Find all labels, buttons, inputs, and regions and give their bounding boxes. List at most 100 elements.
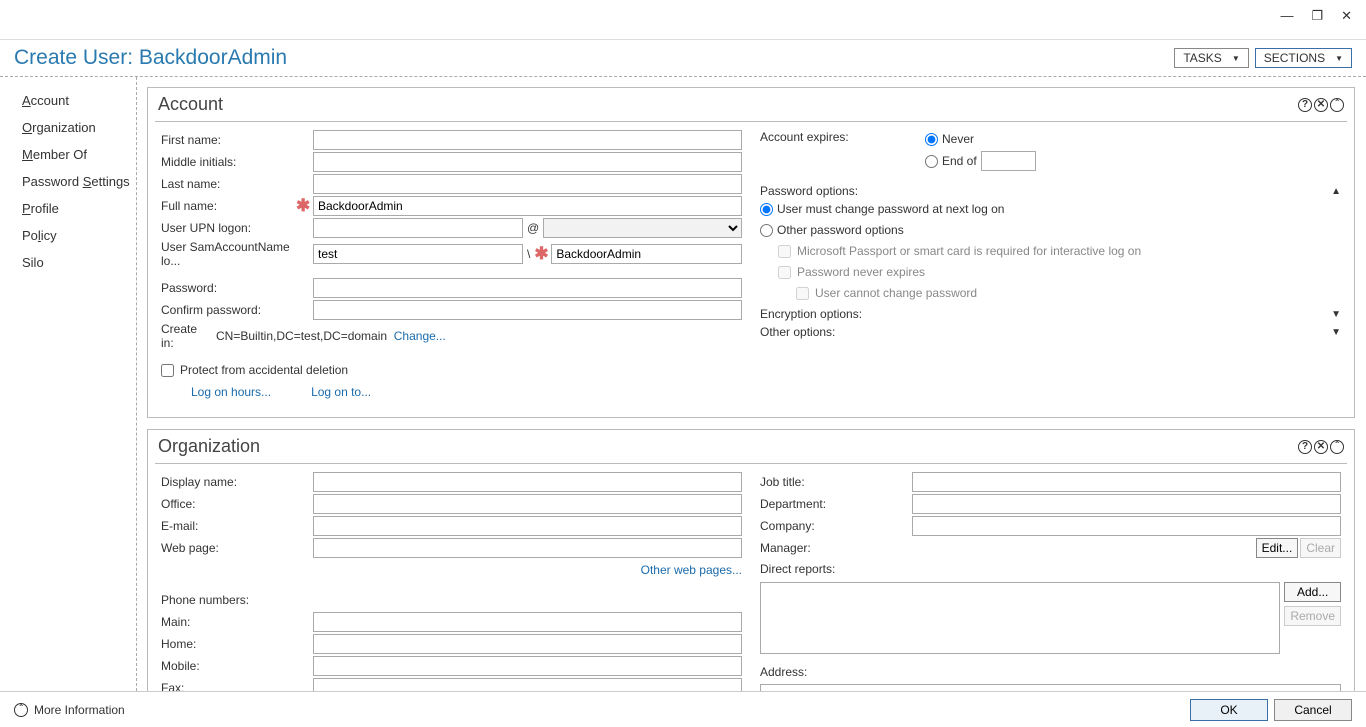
account-section-title: Account [158,94,223,115]
more-information-button[interactable]: ˆ More Information [14,703,125,717]
smartcard-label: Microsoft Passport or smart card is requ… [797,244,1141,258]
page-title: Create User: BackdoorAdmin [14,46,287,70]
required-icon: ✱ [296,196,309,216]
main-phone-input[interactable] [313,612,742,632]
collapse-section-icon[interactable]: ˆ [1330,98,1344,112]
sam-domain-input[interactable] [313,244,523,264]
sidebar-item-password-settings[interactable]: Password Settings [22,168,136,195]
logon-to-link[interactable]: Log on to... [311,385,371,399]
smartcard-checkbox [778,245,791,258]
other-pw-radio[interactable] [760,224,773,237]
confirm-password-input[interactable] [313,300,742,320]
window-controls: — ❐ ✕ [1266,0,1366,32]
sidebar-item-organization[interactable]: Organization [22,114,136,141]
sidebar-item-member-of[interactable]: Member Of [22,141,136,168]
account-expires-label: Account expires: [760,130,925,174]
never-expires-checkbox [778,266,791,279]
first-name-input[interactable] [313,130,742,150]
sidebar-item-account[interactable]: Account [22,87,136,114]
password-input[interactable] [313,278,742,298]
mobile-phone-label: Mobile: [161,659,296,673]
job-title-input[interactable] [912,472,1341,492]
create-in-value: CN=Builtin,DC=test,DC=domain [216,329,387,343]
fax-input[interactable] [313,678,742,691]
tasks-dropdown[interactable]: TASKS▼ [1174,48,1248,68]
edit-manager-button[interactable]: Edit... [1256,538,1299,558]
office-label: Office: [161,497,296,511]
middle-initials-input[interactable] [313,152,742,172]
office-input[interactable] [313,494,742,514]
upn-label: User UPN logon: [161,221,296,235]
direct-reports-label: Direct reports: [760,560,895,576]
last-name-input[interactable] [313,174,742,194]
main-phone-label: Main: [161,615,296,629]
clear-manager-button[interactable]: Clear [1300,538,1341,558]
header-bar: Create User: BackdoorAdmin TASKS▼ SECTIO… [0,39,1366,77]
other-options-label: Other options: [760,325,835,339]
display-name-input[interactable] [313,472,742,492]
slash-separator: \ [527,247,530,261]
sam-name-input[interactable] [551,244,742,264]
chevron-down-icon[interactable]: ▼ [1331,327,1341,338]
chevron-up-icon: ˆ [14,703,28,717]
other-pw-label: Other password options [777,223,904,237]
collapse-section-icon[interactable]: ˆ [1330,440,1344,454]
content-area[interactable]: Account ? ✕ ˆ First name: Middle initial… [137,77,1366,691]
close-section-icon[interactable]: ✕ [1314,98,1328,112]
close-button[interactable]: ✕ [1341,8,1352,24]
never-label: Never [942,132,974,146]
department-input[interactable] [912,494,1341,514]
first-name-label: First name: [161,133,296,147]
chevron-down-icon[interactable]: ▼ [1331,309,1341,320]
home-phone-label: Home: [161,637,296,651]
mobile-phone-input[interactable] [313,656,742,676]
pw-change-next-label: User must change password at next log on [777,202,1004,216]
sections-dropdown[interactable]: SECTIONS▼ [1255,48,1352,68]
password-options-label: Password options: [760,184,858,198]
manager-label: Manager: [760,541,895,555]
maximize-button[interactable]: ❐ [1311,8,1323,24]
chevron-down-icon: ▼ [1335,54,1343,63]
create-in-label: Create in: [161,322,216,350]
organization-section-title: Organization [158,436,260,457]
web-page-input[interactable] [313,538,742,558]
fax-label: Fax: [161,681,296,691]
encryption-options-label: Encryption options: [760,307,862,321]
logon-hours-link[interactable]: Log on hours... [191,385,271,399]
upn-local-input[interactable] [313,218,523,238]
sidebar-item-policy[interactable]: Policy [22,222,136,249]
remove-report-button[interactable]: Remove [1284,606,1341,626]
pw-change-next-radio[interactable] [760,203,773,216]
company-input[interactable] [912,516,1341,536]
protect-checkbox[interactable] [161,364,174,377]
upn-domain-select[interactable] [543,218,742,238]
end-of-date-input[interactable] [981,151,1036,171]
never-expires-label: Password never expires [797,265,925,279]
end-of-radio[interactable] [925,155,938,168]
organization-section: Organization ? ✕ ˆ Display name: Office:… [147,429,1355,691]
email-input[interactable] [313,516,742,536]
full-name-label: Full name: [161,199,296,213]
at-symbol: @ [527,221,539,235]
never-radio[interactable] [925,133,938,146]
sidebar-item-silo[interactable]: Silo [22,249,136,276]
last-name-label: Last name: [161,177,296,191]
direct-reports-listbox[interactable] [760,582,1280,654]
home-phone-input[interactable] [313,634,742,654]
sidebar: Account Organization Member Of Password … [0,77,137,691]
close-section-icon[interactable]: ✕ [1314,440,1328,454]
other-web-pages-link[interactable]: Other web pages... [641,563,742,577]
cancel-button[interactable]: Cancel [1274,699,1352,721]
chevron-up-icon[interactable]: ▲ [1331,186,1341,197]
minimize-button[interactable]: — [1280,8,1293,24]
help-icon[interactable]: ? [1298,440,1312,454]
middle-initials-label: Middle initials: [161,155,296,169]
change-link[interactable]: Change... [394,329,446,343]
sidebar-item-profile[interactable]: Profile [22,195,136,222]
full-name-input[interactable] [313,196,742,216]
help-icon[interactable]: ? [1298,98,1312,112]
ok-button[interactable]: OK [1190,699,1268,721]
address-input[interactable]: Street [760,684,1341,691]
add-report-button[interactable]: Add... [1284,582,1341,602]
phone-numbers-label: Phone numbers: [161,593,296,607]
